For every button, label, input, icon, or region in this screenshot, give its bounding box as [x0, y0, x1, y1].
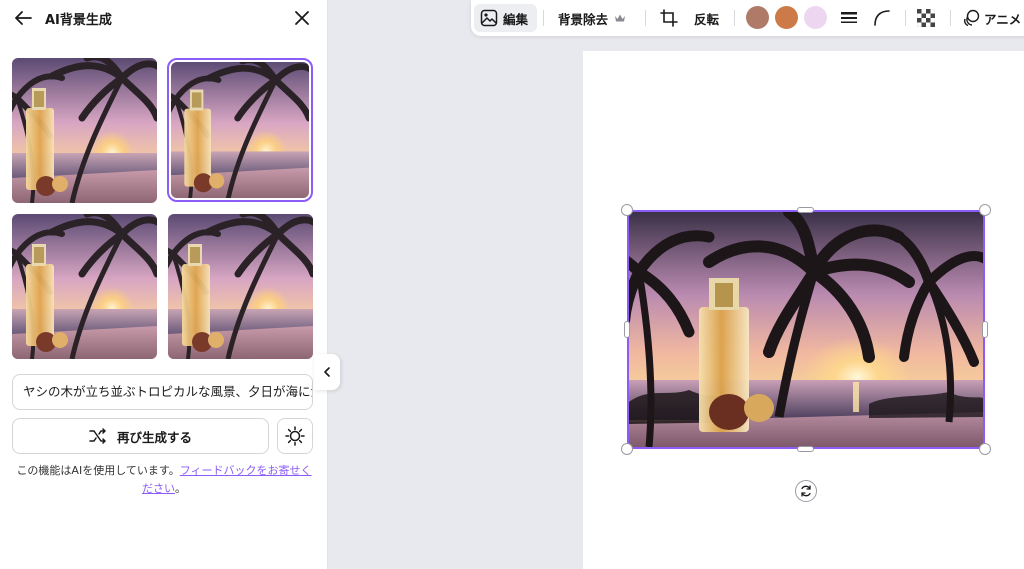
- animate-label: アニメ: [984, 11, 1022, 27]
- crop-icon: [660, 9, 678, 27]
- color-swatch-1[interactable]: [746, 6, 769, 29]
- remove-background-button[interactable]: 背景除去: [558, 4, 626, 32]
- rotate-icon: [801, 485, 811, 497]
- crown-icon: [615, 14, 626, 22]
- resize-handle-bottom-right[interactable]: [979, 443, 991, 455]
- transparency-icon: [917, 9, 935, 27]
- disclaimer-text: この機能はAIを使用しています。: [16, 464, 180, 477]
- ai-background-panel: AI背景生成 ヤシの木が立ち並ぶトロピカルな風景、夕日が海に沈む 再び生成する …: [0, 0, 328, 569]
- resize-handle-bottom[interactable]: [797, 446, 814, 452]
- animate-icon: [963, 9, 980, 27]
- arrow-left-icon: [15, 11, 32, 25]
- panel-title: AI背景生成: [45, 13, 112, 28]
- resize-handle-left[interactable]: [624, 321, 630, 338]
- resize-handle-right[interactable]: [982, 321, 988, 338]
- generated-option-4[interactable]: [168, 214, 313, 359]
- toolbar-divider: [543, 10, 544, 26]
- sun-icon: [285, 426, 305, 446]
- collapse-panel-button[interactable]: [314, 354, 340, 390]
- toolbar-divider: [950, 10, 951, 26]
- perfume-sunset-image: [629, 212, 983, 447]
- disclaimer-end: 。: [175, 482, 186, 495]
- corner-rounding-button[interactable]: [873, 4, 893, 32]
- prompt-input[interactable]: ヤシの木が立ち並ぶトロピカルな風景、夕日が海に沈む: [12, 374, 313, 410]
- color-swatch-2[interactable]: [775, 6, 798, 29]
- shuffle-icon: [89, 428, 106, 444]
- crop-button[interactable]: [660, 4, 680, 32]
- toolbar-divider: [734, 10, 735, 26]
- generated-option-2[interactable]: [167, 58, 313, 202]
- toolbar-divider: [905, 10, 906, 26]
- panel-header: AI背景生成: [0, 0, 328, 36]
- animate-button[interactable]: アニメ: [962, 4, 1021, 32]
- flip-label: 反転: [694, 11, 720, 27]
- ai-disclaimer: この機能はAIを使用しています。フィードバックをお寄せください。: [12, 462, 316, 498]
- regenerate-label: 再び生成する: [116, 429, 192, 445]
- color-swatch-3[interactable]: [804, 6, 827, 29]
- transparency-button[interactable]: [917, 4, 937, 32]
- generated-option-1[interactable]: [12, 58, 157, 203]
- chevron-left-icon: [324, 367, 330, 377]
- context-toolbar: 編集 背景除去 反転 アニメ: [471, 0, 1024, 36]
- corner-rounding-icon: [874, 10, 890, 26]
- regenerate-button[interactable]: 再び生成する: [12, 418, 269, 454]
- border-style-button[interactable]: [840, 4, 860, 32]
- resize-handle-top[interactable]: [797, 207, 814, 213]
- resize-handle-top-right[interactable]: [979, 204, 991, 216]
- line-weight-icon: [841, 12, 857, 23]
- rotate-handle[interactable]: [795, 480, 817, 502]
- close-icon: [295, 11, 309, 25]
- edit-image-button[interactable]: 編集: [474, 4, 537, 32]
- close-button[interactable]: [292, 8, 312, 28]
- toolbar-divider: [645, 10, 646, 26]
- lighting-button[interactable]: [277, 418, 313, 454]
- edit-image-icon: [480, 9, 498, 27]
- selected-image[interactable]: [627, 210, 985, 449]
- back-button[interactable]: [12, 8, 34, 28]
- edit-label: 編集: [503, 11, 529, 27]
- resize-handle-top-left[interactable]: [621, 204, 633, 216]
- resize-handle-bottom-left[interactable]: [621, 443, 633, 455]
- generated-option-3[interactable]: [12, 214, 157, 359]
- flip-button[interactable]: 反転: [694, 4, 719, 32]
- remove-bg-label: 背景除去: [558, 11, 609, 27]
